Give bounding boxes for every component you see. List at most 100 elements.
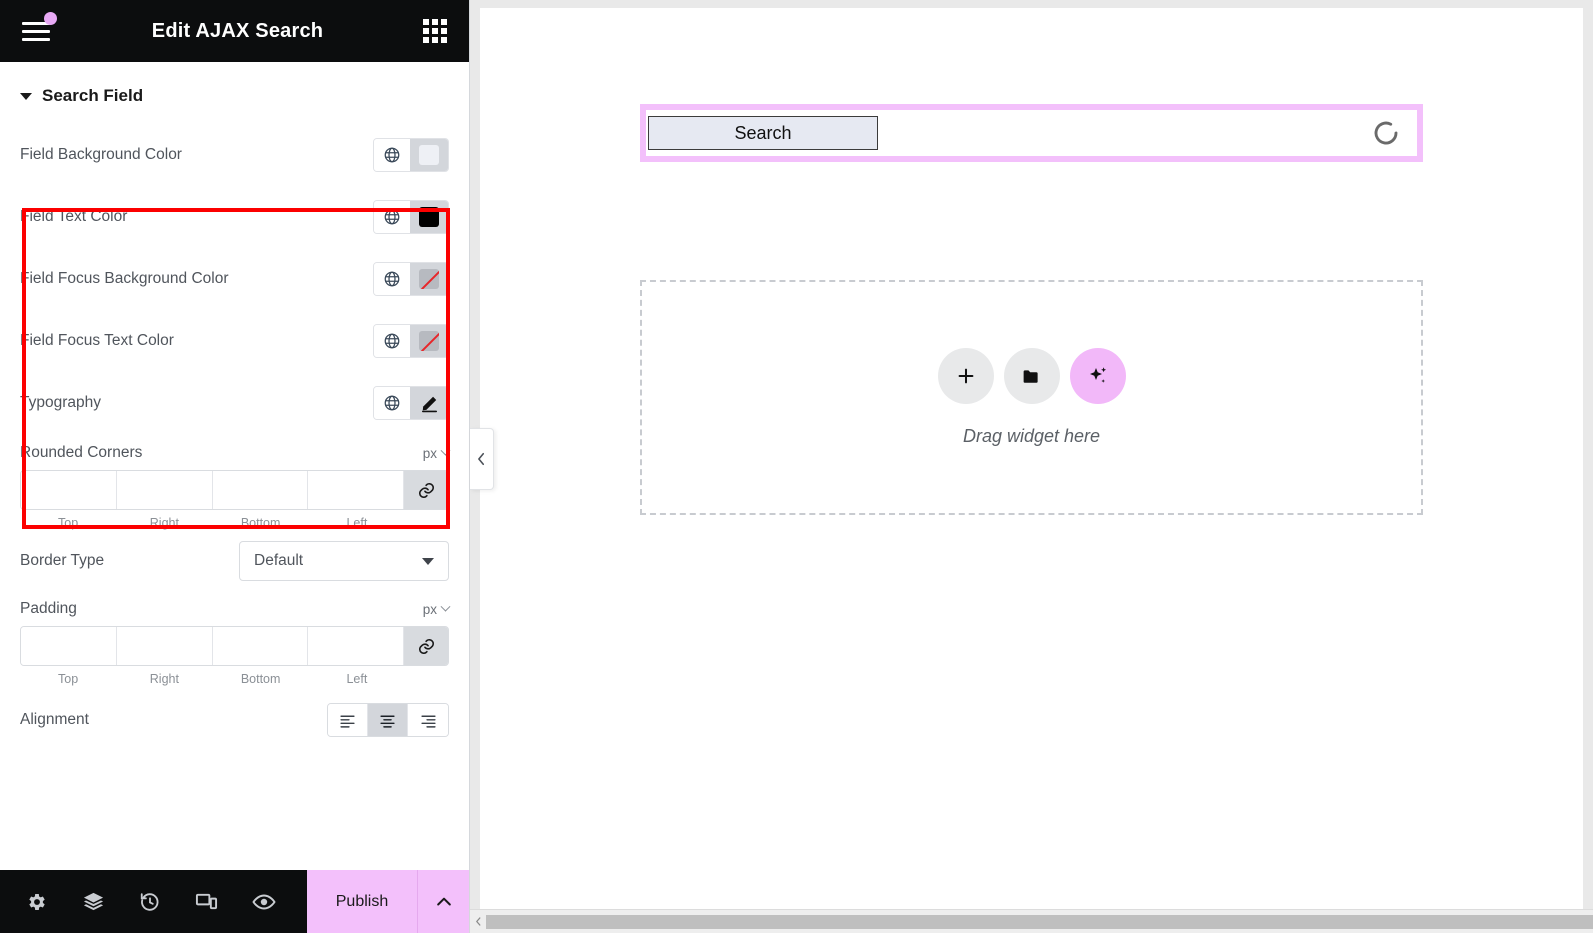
plus-icon[interactable] [937,348,994,404]
color-swatch-button[interactable] [410,139,448,171]
caption-bottom: Bottom [240,516,281,530]
link-values-icon[interactable] [404,471,448,509]
globe-icon[interactable] [374,263,410,295]
color-swatch [419,207,439,227]
link-values-icon[interactable] [404,627,448,665]
padding-captions: Top Right Bottom Left [20,666,449,688]
layers-navigator-icon[interactable] [82,890,105,913]
color-picker-group [373,324,449,358]
rounded-corners-left-input[interactable] [308,471,404,509]
control-field-background-color: Field Background Color [20,124,449,186]
settings-gear-icon[interactable] [26,891,48,913]
horizontal-scrollbar[interactable] [470,909,1593,933]
elementor-editor: Edit AJAX Search Search Field Field Back… [0,0,1593,933]
scrollbar-thumb[interactable] [486,914,1593,929]
folder-icon[interactable] [1003,348,1060,404]
color-picker-group [373,200,449,234]
padding-right-input[interactable] [116,627,213,665]
color-swatch [419,145,439,165]
control-field-text-color: Field Text Color [20,186,449,248]
typography-group [373,386,449,420]
caption-bottom: Bottom [240,672,281,686]
dropzone-buttons [937,348,1126,404]
history-icon[interactable] [139,891,161,913]
control-field-focus-text-color: Field Focus Text Color [20,310,449,372]
notification-dot-icon [44,12,57,25]
spinner-icon [1371,118,1401,148]
padding-label: Padding [20,600,77,617]
control-border-type: Border Type Default [20,532,449,590]
align-center-icon[interactable] [368,704,408,736]
padding-left-input[interactable] [308,627,404,665]
rounded-corners-right-input[interactable] [116,471,213,509]
widget-dropzone[interactable]: Drag widget here [640,280,1423,515]
preview-canvas: Search Drag widget here [480,8,1583,909]
controls-list: Field Background Color Field Text Color … [0,124,469,752]
control-typography: Typography [20,372,449,434]
section-header-search-field[interactable]: Search Field [0,62,469,124]
rounded-corners-captions: Top Right Bottom Left [20,510,449,532]
canvas-content: Search Drag widget here [480,8,1583,515]
ai-sparkle-icon[interactable] [1069,348,1126,404]
padding-top-input[interactable] [21,627,117,665]
align-right-icon[interactable] [408,704,448,736]
rounded-corners-top-input[interactable] [21,471,117,509]
ajax-search-widget[interactable]: Search [640,104,1423,162]
caption-right: Right [149,516,179,530]
caption-right: Right [149,672,179,686]
align-left-icon[interactable] [328,704,368,736]
border-type-label: Border Type [20,552,105,569]
scroll-left-arrow-icon[interactable] [470,917,486,926]
unit-value: px [422,601,437,617]
unit-selector-padding[interactable]: px [422,601,451,617]
control-label: Field Focus Text Color [20,332,174,349]
section-title: Search Field [42,86,144,105]
footer-tools [0,870,307,933]
padding-bottom-input[interactable] [212,627,309,665]
globe-icon[interactable] [374,387,410,419]
dropzone-label: Drag widget here [962,426,1101,446]
border-type-value: Default [254,552,304,569]
search-input[interactable]: Search [648,116,878,150]
control-label: Field Focus Background Color [20,270,229,287]
unit-selector-rounded-corners[interactable]: px [423,445,451,461]
canvas-area: Search Drag widget here [470,0,1593,933]
globe-icon[interactable] [374,325,410,357]
edit-pencil-icon[interactable] [410,387,448,419]
color-swatch-button[interactable] [410,325,448,357]
control-field-focus-background-color: Field Focus Background Color [20,248,449,310]
caption-left: Left [346,672,368,686]
apps-grid-icon[interactable] [423,19,447,43]
control-label: Field Text Color [20,208,128,225]
publish-button[interactable]: Publish [307,870,417,933]
rounded-corners-header: Rounded Corners px [20,434,451,470]
caption-left: Left [346,516,368,530]
globe-icon[interactable] [374,201,410,233]
panel-body: Search Field Field Background Color Fiel… [0,62,469,870]
padding-inputs [20,626,449,666]
chevron-down-icon [422,557,434,565]
border-type-select[interactable]: Default [239,541,449,581]
caret-down-icon [20,92,32,100]
chevron-down-icon [440,445,451,456]
control-alignment: Alignment [20,688,449,752]
chevron-down-icon [440,601,451,612]
responsive-mode-icon[interactable] [195,890,218,913]
globe-icon[interactable] [374,139,410,171]
alignment-button-group [327,703,449,737]
chevron-up-icon[interactable] [417,870,469,933]
preview-eye-icon[interactable] [252,890,276,914]
color-swatch-transparent [419,269,439,289]
padding-header: Padding px [20,590,451,626]
color-swatch-button[interactable] [410,263,448,295]
caption-top: Top [58,672,79,686]
editor-panel: Edit AJAX Search Search Field Field Back… [0,0,494,933]
page-title: Edit AJAX Search [151,19,324,42]
color-swatch-button[interactable] [410,201,448,233]
hamburger-menu-icon[interactable] [22,12,57,43]
panel-collapse-tab[interactable] [470,428,494,490]
color-swatch-transparent [419,331,439,351]
rounded-corners-bottom-input[interactable] [212,471,309,509]
control-label: Field Background Color [20,146,182,163]
caption-top: Top [58,516,79,530]
